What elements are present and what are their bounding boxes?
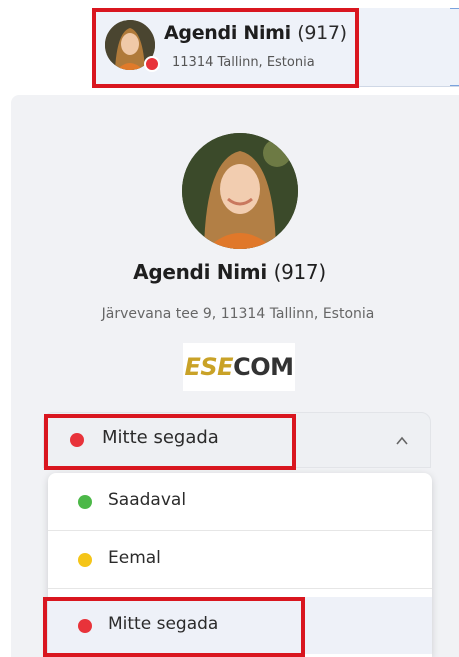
available-dot — [78, 495, 92, 509]
dnd-dot — [78, 619, 92, 633]
status-option-label: Mitte segada — [108, 614, 219, 634]
company-logo: ESECOM — [183, 343, 295, 391]
status-dropdown: Saadaval Eemal Mitte segada — [48, 473, 432, 657]
away-dot — [78, 553, 92, 567]
agent-header-card[interactable]: Agendi Nimi (917) 11314 Tallinn, Estonia — [92, 8, 459, 87]
logo-part-com: COM — [233, 353, 294, 381]
header-name-text: Agendi Nimi — [164, 22, 291, 44]
logo-part-ese: ESE — [184, 353, 234, 381]
profile-name-text: Agendi Nimi — [133, 260, 267, 284]
status-option-dnd[interactable]: Mitte segada — [48, 597, 432, 654]
status-option-available[interactable]: Saadaval — [48, 473, 432, 531]
header-card-edge — [450, 8, 459, 86]
status-option-label: Eemal — [108, 548, 161, 568]
status-option-away[interactable]: Eemal — [48, 531, 432, 589]
chevron-up-icon[interactable] — [396, 435, 408, 447]
status-option-label: Saadaval — [108, 490, 187, 510]
status-indicator-dot — [144, 56, 160, 72]
current-status-label: Mitte segada — [102, 427, 219, 448]
profile-address: Järvevana tee 9, 11314 Tallinn, Estonia — [101, 306, 375, 322]
profile-avatar — [182, 133, 298, 249]
profile-name: Agendi Nimi (917) — [0, 260, 459, 284]
company-logo-text: ESECOM — [183, 353, 295, 381]
current-status-dot — [70, 433, 84, 447]
header-extension: (917) — [297, 22, 347, 44]
header-agent-name: Agendi Nimi (917) — [164, 22, 347, 44]
profile-extension: (917) — [273, 260, 327, 284]
status-selector[interactable]: Mitte segada — [43, 412, 431, 468]
header-address: 11314 Tallinn, Estonia — [172, 55, 315, 70]
